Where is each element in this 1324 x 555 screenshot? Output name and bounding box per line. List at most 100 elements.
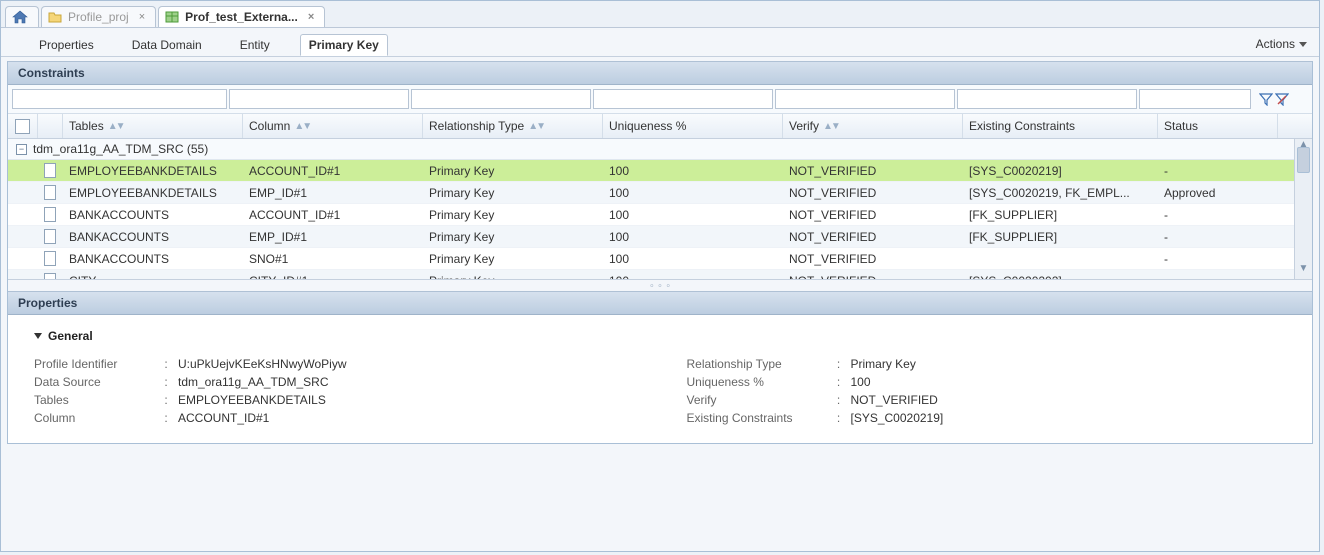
filter-uniq-input[interactable] — [593, 89, 773, 109]
prop-value: EMPLOYEEBANKDETAILS — [178, 393, 326, 407]
close-icon[interactable]: × — [308, 11, 314, 23]
row-checkbox[interactable] — [44, 273, 56, 280]
cell-verify: NOT_VERIFIED — [783, 249, 963, 269]
cell-existing: [SYS_C0020219, FK_EMPL... — [963, 183, 1158, 203]
properties-panel: Properties General Profile Identifier:U:… — [7, 291, 1313, 444]
row-checkbox[interactable] — [44, 229, 56, 244]
cell-status: - — [1158, 227, 1278, 247]
general-section-toggle[interactable]: General — [34, 329, 1286, 343]
cell-tables: BANKACCOUNTS — [63, 227, 243, 247]
tab-home[interactable] — [5, 6, 39, 27]
filter-verify-input[interactable] — [775, 89, 955, 109]
cell-uniq: 100 — [603, 183, 783, 203]
cell-status: Approved — [1158, 183, 1278, 203]
prop-value: tdm_ora11g_AA_TDM_SRC — [178, 375, 329, 389]
table-body: − tdm_ora11g_AA_TDM_SRC (55) EMPLOYEEBAN… — [8, 139, 1312, 280]
constraints-panel: Constraints Tables▲▼ Colum — [7, 61, 1313, 291]
tab-label: Prof_test_Externa... — [185, 10, 298, 24]
subtab-properties[interactable]: Properties — [31, 35, 102, 55]
cell-uniq: 100 — [603, 249, 783, 269]
row-checkbox[interactable] — [44, 163, 56, 178]
row-checkbox[interactable] — [44, 207, 56, 222]
cell-status: - — [1158, 249, 1278, 269]
cell-column: ACCOUNT_ID#1 — [243, 161, 423, 181]
prop-value: NOT_VERIFIED — [851, 393, 938, 407]
table-row[interactable]: EMPLOYEEBANKDETAILSACCOUNT_ID#1Primary K… — [8, 160, 1312, 182]
cell-tables: BANKACCOUNTS — [63, 249, 243, 269]
close-icon[interactable]: × — [139, 11, 145, 23]
table-row[interactable]: CITYCITY_ID#1Primary Key100NOT_VERIFIED[… — [8, 270, 1312, 280]
table-row[interactable]: EMPLOYEEBANKDETAILSEMP_ID#1Primary Key10… — [8, 182, 1312, 204]
resize-grip[interactable]: ∘ ∘ ∘ — [8, 280, 1312, 291]
cell-rel: Primary Key — [423, 183, 603, 203]
filter-rel-input[interactable] — [411, 89, 591, 109]
select-all-checkbox[interactable] — [15, 119, 30, 134]
prop-value: U:uPkUejvKEeKsHNwyWoPiyw — [178, 357, 347, 371]
prop-label: Verify — [687, 393, 827, 407]
constraints-header: Constraints — [8, 61, 1312, 85]
prop-label: Profile Identifier — [34, 357, 154, 371]
chevron-down-icon — [1299, 42, 1307, 47]
col-column[interactable]: Column▲▼ — [243, 114, 423, 138]
prop-label: Uniqueness % — [687, 375, 827, 389]
scroll-down-icon[interactable]: ▼ — [1295, 263, 1312, 279]
sort-icon: ▲▼ — [294, 121, 310, 132]
col-tables[interactable]: Tables▲▼ — [63, 114, 243, 138]
cell-tables: BANKACCOUNTS — [63, 205, 243, 225]
tab-prof-test[interactable]: Prof_test_Externa... × — [158, 6, 325, 27]
cell-existing — [963, 256, 1158, 262]
group-row[interactable]: − tdm_ora11g_AA_TDM_SRC (55) — [8, 139, 1312, 160]
col-uniq[interactable]: Uniqueness % — [603, 114, 783, 138]
cell-rel: Primary Key — [423, 271, 603, 281]
cell-tables: CITY — [63, 271, 243, 281]
cell-column: EMP_ID#1 — [243, 227, 423, 247]
row-checkbox[interactable] — [44, 251, 56, 266]
cell-column: SNO#1 — [243, 249, 423, 269]
properties-header: Properties — [8, 291, 1312, 315]
col-existing[interactable]: Existing Constraints — [963, 114, 1158, 138]
prop-value: 100 — [851, 375, 871, 389]
filter-row — [8, 85, 1312, 114]
table-row[interactable]: BANKACCOUNTSEMP_ID#1Primary Key100NOT_VE… — [8, 226, 1312, 248]
sort-icon: ▲▼ — [823, 121, 839, 132]
prop-label: Tables — [34, 393, 154, 407]
cell-verify: NOT_VERIFIED — [783, 227, 963, 247]
filter-column-input[interactable] — [229, 89, 409, 109]
scroll-thumb[interactable] — [1297, 147, 1310, 173]
table-row[interactable]: BANKACCOUNTSACCOUNT_ID#1Primary Key100NO… — [8, 204, 1312, 226]
cell-tables: EMPLOYEEBANKDETAILS — [63, 161, 243, 181]
sort-icon: ▲▼ — [108, 121, 124, 132]
cell-status: - — [1158, 205, 1278, 225]
cell-rel: Primary Key — [423, 205, 603, 225]
subtab-entity[interactable]: Entity — [232, 35, 278, 55]
cell-existing: [SYS_C0020219] — [963, 161, 1158, 181]
subtab-primary-key[interactable]: Primary Key — [300, 34, 388, 56]
actions-menu[interactable]: Actions — [1256, 37, 1309, 51]
filter-tables-input[interactable] — [12, 89, 227, 109]
table-row[interactable]: BANKACCOUNTSSNO#1Primary Key100NOT_VERIF… — [8, 248, 1312, 270]
tab-profile-proj[interactable]: Profile_proj × — [41, 6, 156, 27]
vertical-scrollbar[interactable]: ▲ ▼ — [1294, 139, 1312, 279]
cell-column: CITY_ID#1 — [243, 271, 423, 281]
prop-label: Data Source — [34, 375, 154, 389]
col-verify[interactable]: Verify▲▼ — [783, 114, 963, 138]
row-checkbox[interactable] — [44, 185, 56, 200]
cell-existing: [SYS_C0020202] — [963, 271, 1158, 281]
actions-label: Actions — [1256, 37, 1295, 51]
collapse-icon[interactable]: − — [16, 144, 27, 155]
cell-rel: Primary Key — [423, 161, 603, 181]
col-rel[interactable]: Relationship Type▲▼ — [423, 114, 603, 138]
col-status[interactable]: Status — [1158, 114, 1278, 138]
cell-verify: NOT_VERIFIED — [783, 183, 963, 203]
filter-status-input[interactable] — [1139, 89, 1251, 109]
chevron-down-icon — [34, 333, 42, 339]
prop-value: ACCOUNT_ID#1 — [178, 411, 269, 425]
subtab-data-domain[interactable]: Data Domain — [124, 35, 210, 55]
filter-icon[interactable] — [1259, 92, 1273, 106]
cell-column: ACCOUNT_ID#1 — [243, 205, 423, 225]
cell-verify: NOT_VERIFIED — [783, 205, 963, 225]
filter-existing-input[interactable] — [957, 89, 1137, 109]
cell-uniq: 100 — [603, 205, 783, 225]
clear-filter-icon[interactable] — [1275, 92, 1289, 106]
cell-rel: Primary Key — [423, 249, 603, 269]
